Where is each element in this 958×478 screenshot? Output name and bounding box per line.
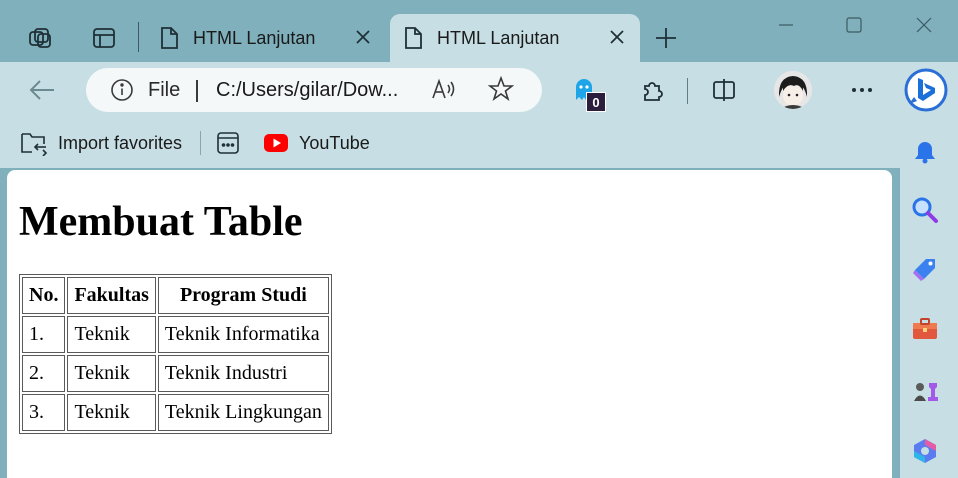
close-tab-icon[interactable] xyxy=(352,26,374,53)
profile-avatar[interactable] xyxy=(774,71,812,109)
import-favorites-link[interactable]: Import favorites xyxy=(20,130,182,156)
edge-sidebar xyxy=(900,62,958,478)
url-text[interactable]: C:/Users/gilar/Dow... xyxy=(216,79,398,102)
shopping-tag-icon[interactable] xyxy=(908,252,942,286)
search-icon[interactable] xyxy=(908,193,942,227)
info-icon[interactable] xyxy=(110,78,134,107)
bing-copilot-icon[interactable] xyxy=(902,66,950,114)
ghostery-count-badge: 0 xyxy=(586,92,606,112)
document-icon xyxy=(402,26,424,55)
office-icon[interactable] xyxy=(908,434,942,468)
table-cell: Teknik Lingkungan xyxy=(157,394,329,431)
navigation-toolbar: File C:/Users/gilar/Dow... xyxy=(0,62,958,118)
tab-inactive[interactable]: HTML Lanjutan xyxy=(146,14,386,62)
table-cell: Teknik xyxy=(67,316,156,353)
maximize-button[interactable] xyxy=(834,8,874,42)
toolbar-divider xyxy=(687,78,688,104)
tab-title: HTML Lanjutan xyxy=(193,28,316,48)
close-tab-icon[interactable] xyxy=(606,26,628,53)
import-favorites-icon xyxy=(20,130,48,156)
youtube-link[interactable]: YouTube xyxy=(264,130,370,156)
table-cell: Teknik xyxy=(67,355,156,392)
collections-app-icon xyxy=(216,131,240,155)
table-header-cell: No. xyxy=(22,277,66,314)
split-screen-icon[interactable] xyxy=(704,70,744,110)
favorites-divider xyxy=(200,131,201,155)
tab-actions-icon[interactable] xyxy=(84,18,124,58)
table-cell: Teknik Informatika xyxy=(157,316,329,353)
table-cell: 3. xyxy=(22,394,66,431)
favorites-bar: Import favorites YouTube xyxy=(0,118,900,168)
page-heading: Membuat Table xyxy=(19,199,303,245)
tab-separator xyxy=(138,22,139,52)
import-favorites-label: Import favorites xyxy=(58,132,183,153)
address-divider xyxy=(196,80,198,102)
read-aloud-icon[interactable] xyxy=(430,77,458,106)
extensions-icon[interactable] xyxy=(632,70,672,110)
games-icon[interactable] xyxy=(908,374,942,408)
address-bar[interactable]: File C:/Users/gilar/Dow... xyxy=(86,68,542,112)
table-row: 2. Teknik Teknik Industri xyxy=(22,355,329,392)
back-button[interactable] xyxy=(22,72,62,108)
minimize-button[interactable] xyxy=(766,8,806,42)
table-cell: Teknik Industri xyxy=(157,355,329,392)
favorite-star-icon[interactable] xyxy=(487,75,515,107)
collections-app-link[interactable] xyxy=(216,130,240,156)
table-cell: 2. xyxy=(22,355,66,392)
document-icon xyxy=(158,26,180,55)
tab-active[interactable]: HTML Lanjutan xyxy=(390,14,640,62)
table-row: 1. Teknik Teknik Informatika xyxy=(22,316,329,353)
table-header-row: No. Fakultas Program Studi xyxy=(22,277,329,314)
page-content: Membuat Table No. Fakultas Program Studi… xyxy=(7,170,892,478)
scheme-label: File xyxy=(148,79,181,101)
youtube-icon xyxy=(264,134,288,152)
new-tab-button[interactable] xyxy=(646,18,686,58)
title-bar: HTML Lanjutan HTML Lanjutan xyxy=(0,0,958,62)
table-cell: 1. xyxy=(22,316,66,353)
close-window-button[interactable] xyxy=(904,8,944,42)
youtube-label: YouTube xyxy=(299,132,370,153)
table-header-cell: Program Studi xyxy=(157,277,329,314)
data-table: No. Fakultas Program Studi 1. Teknik Tek… xyxy=(19,274,332,434)
tab-title: HTML Lanjutan xyxy=(437,28,560,48)
bell-icon[interactable] xyxy=(908,135,942,169)
table-row: 3. Teknik Teknik Lingkungan xyxy=(22,394,329,431)
more-options-icon[interactable] xyxy=(842,70,882,110)
table-header-cell: Fakultas xyxy=(67,277,156,314)
table-cell: Teknik xyxy=(67,394,156,431)
toolbox-icon[interactable] xyxy=(908,312,942,346)
workspaces-icon[interactable] xyxy=(20,18,60,58)
